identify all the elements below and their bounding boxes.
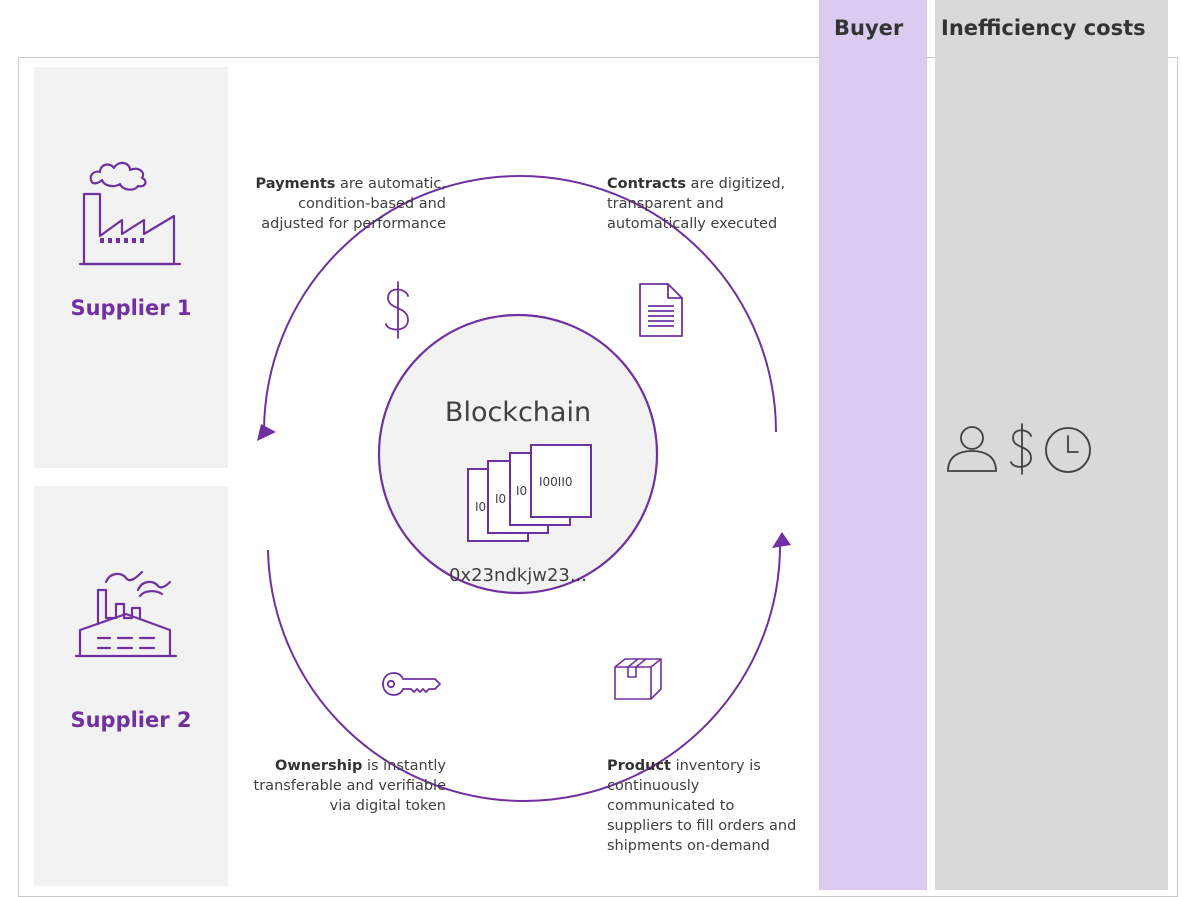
document-icon bbox=[639, 283, 683, 337]
key-icon bbox=[382, 672, 441, 696]
box-icon bbox=[614, 658, 662, 700]
arrowhead-left bbox=[257, 424, 276, 441]
dollar-cost-icon bbox=[1010, 423, 1032, 475]
dollar-icon bbox=[385, 281, 409, 339]
blockchain-title: Blockchain bbox=[444, 397, 592, 428]
block-3-text: I0 bbox=[516, 484, 527, 498]
contracts-caption: Contracts are digitized, transparent and… bbox=[607, 176, 786, 232]
contracts-bold: Contracts bbox=[607, 176, 686, 192]
product-caption: Product inventory is continuously commun… bbox=[607, 758, 797, 854]
block-1-text: I0 bbox=[475, 500, 486, 514]
product-bold: Product bbox=[607, 758, 671, 774]
arrowhead-right bbox=[772, 532, 791, 548]
clock-icon bbox=[1045, 427, 1091, 473]
person-icon bbox=[947, 426, 997, 472]
payments-caption: Payments are automatic, condition-based … bbox=[255, 176, 446, 232]
block-4-text: I00II0 bbox=[539, 475, 573, 489]
block-stack-icon: I0 I0 I0 I00II0 bbox=[467, 444, 592, 542]
ownership-bold: Ownership bbox=[275, 758, 363, 774]
blockchain-hash: 0x23ndkjw23... bbox=[448, 565, 588, 586]
payments-bold: Payments bbox=[255, 176, 336, 192]
block-2-text: I0 bbox=[495, 492, 506, 506]
ownership-caption: Ownership is instantly transferable and … bbox=[253, 758, 446, 814]
